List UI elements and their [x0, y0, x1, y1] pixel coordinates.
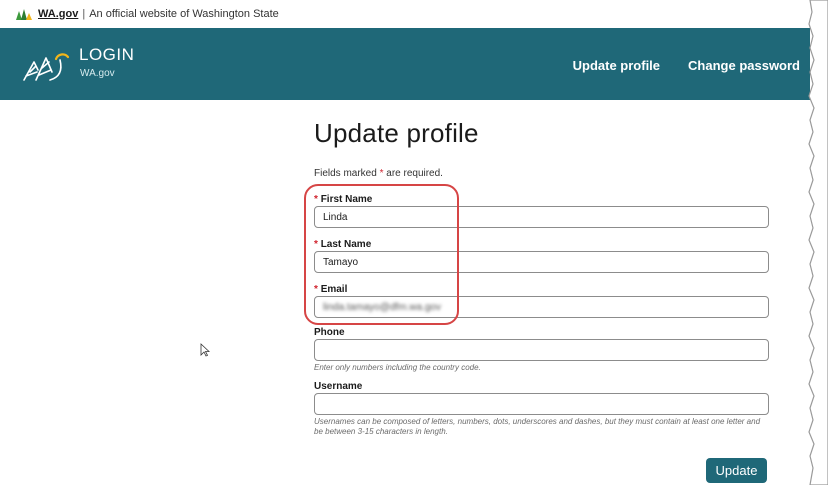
update-button[interactable]: Update: [706, 458, 767, 483]
nav-change-password[interactable]: Change password: [688, 58, 800, 73]
phone-input[interactable]: [314, 339, 769, 361]
phone-hint: Enter only numbers including the country…: [314, 363, 481, 372]
wa-gov-link[interactable]: WA.gov: [38, 8, 78, 20]
username-label: Username: [314, 381, 363, 392]
username-hint: Usernames can be composed of letters, nu…: [314, 417, 761, 436]
required-note: Fields marked * are required.: [314, 168, 769, 179]
gov-banner: WA.gov | An official website of Washingt…: [0, 0, 810, 27]
username-field: Username Usernames can be composed of le…: [314, 381, 769, 437]
site-header: LOGIN WA.gov Update profile Change passw…: [0, 28, 810, 100]
page-title: Update profile: [314, 118, 479, 148]
required-note-text-end: are required.: [383, 168, 443, 179]
torn-edge-decoration: [808, 0, 828, 485]
logo-subtitle: WA.gov: [80, 68, 115, 79]
wa-trees-icon: [16, 8, 32, 20]
phone-label: Phone: [314, 327, 345, 338]
required-fields-highlight: [304, 184, 459, 325]
banner-text: An official website of Washington State: [89, 7, 279, 20]
header-nav: Update profile Change password: [573, 58, 800, 73]
required-note-text: Fields marked: [314, 168, 380, 179]
nav-update-profile[interactable]: Update profile: [573, 58, 660, 73]
logo-title: LOGIN: [79, 45, 135, 64]
login-logo-icon[interactable]: [20, 50, 72, 84]
mouse-pointer-icon: [200, 343, 210, 357]
banner-separator: |: [82, 7, 86, 20]
username-input[interactable]: [314, 393, 769, 415]
phone-field: Phone Enter only numbers including the c…: [314, 327, 769, 373]
